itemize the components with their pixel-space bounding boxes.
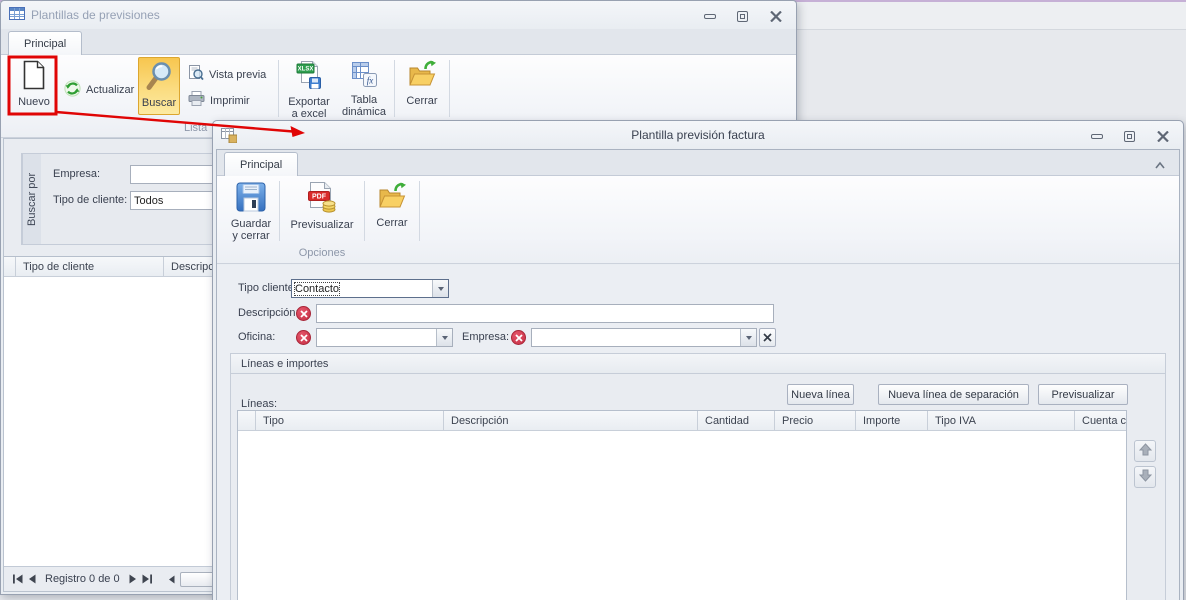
record-count-text: Registro 0 de 0 <box>45 573 120 585</box>
table-window-icon <box>9 7 25 23</box>
hscroll-left-button[interactable] <box>165 572 180 587</box>
row-indicator-header <box>238 411 256 431</box>
dropdown-arrow-icon[interactable] <box>740 329 756 346</box>
close-folder-icon <box>407 60 437 92</box>
column-header-precio[interactable]: Precio <box>775 411 856 431</box>
save-icon <box>236 182 266 215</box>
lineas-grid: Tipo Descripción Cantidad Precio Importe… <box>237 410 1127 600</box>
column-header-cantidad[interactable]: Cantidad <box>698 411 775 431</box>
pivot-table-icon: fx <box>351 60 377 91</box>
vista-previa-button[interactable]: Vista previa <box>188 65 266 84</box>
minimize-button[interactable] <box>703 10 716 22</box>
close-button[interactable] <box>769 10 782 22</box>
maximize-button[interactable] <box>1123 130 1136 142</box>
groupbox-title: Líneas e importes <box>231 354 1165 374</box>
next-record-button[interactable] <box>125 572 140 587</box>
row-indicator-header <box>4 257 16 277</box>
buscar-button[interactable]: Buscar <box>138 57 180 115</box>
arrow-down-icon <box>1138 469 1152 485</box>
move-line-up-button[interactable] <box>1134 440 1156 462</box>
export-excel-icon: XLSX <box>296 60 322 93</box>
dropdown-arrow-icon[interactable] <box>436 329 452 346</box>
column-header-tipo-iva[interactable]: Tipo IVA <box>928 411 1075 431</box>
guardar-y-cerrar-button[interactable]: Guardar y cerrar <box>227 179 275 245</box>
arrow-up-icon <box>1138 443 1152 459</box>
empresa-label: Empresa: <box>53 168 101 180</box>
cerrar-button[interactable]: Cerrar <box>369 179 415 245</box>
dropdown-arrow-icon[interactable] <box>432 280 448 297</box>
validation-error-icon <box>296 306 311 321</box>
validation-error-icon <box>511 330 526 345</box>
template-form: Tipo cliente: Contacto Descripción: Ofic… <box>217 265 1179 600</box>
pdf-preview-icon: PDF <box>308 182 336 216</box>
nueva-linea-button[interactable]: Nueva línea <box>787 384 854 405</box>
lineas-label: Líneas: <box>241 398 278 410</box>
window-plantilla-prevision-factura: Plantilla previsión factura Principal Gu… <box>212 120 1184 600</box>
close-folder-icon <box>377 182 407 214</box>
column-header-tipo-de-cliente[interactable]: Tipo de cliente <box>16 257 164 277</box>
back-window-title: Plantillas de previsiones <box>31 8 160 22</box>
svg-text:PDF: PDF <box>312 194 327 201</box>
maximize-button[interactable] <box>736 10 749 22</box>
last-record-button[interactable] <box>140 572 155 587</box>
print-preview-icon <box>188 65 204 84</box>
column-header-importe[interactable]: Importe <box>856 411 928 431</box>
previsualizar-button[interactable]: PDF Previsualizar <box>284 179 360 245</box>
back-window-titlebar[interactable]: Plantillas de previsiones <box>1 1 796 29</box>
front-window-titlebar[interactable]: Plantilla previsión factura <box>213 121 1183 149</box>
empresa-label: Empresa: <box>462 331 510 343</box>
ribbon-group-label: Lista <box>184 122 208 134</box>
new-page-icon <box>22 60 46 93</box>
column-header-cuenta-contable[interactable]: Cuenta conta <box>1075 411 1126 431</box>
clear-empresa-button[interactable] <box>759 328 776 347</box>
cerrar-button[interactable]: Cerrar <box>399 57 445 115</box>
front-window-client-area: Principal Guardar y cerrar PDF Previsual… <box>216 149 1180 600</box>
screen: Plantillas de previsiones Principal Nuev… <box>0 0 1186 600</box>
svg-text:XLSX: XLSX <box>298 67 314 73</box>
nuevo-button[interactable]: Nuevo <box>11 57 57 115</box>
descripcion-input[interactable] <box>316 304 774 323</box>
tipo-de-cliente-label: Tipo de cliente: <box>53 194 128 206</box>
tipo-cliente-combo[interactable]: Contacto <box>291 279 449 298</box>
validation-error-icon <box>296 330 311 345</box>
column-header-descripcion[interactable]: Descripción <box>444 411 698 431</box>
first-record-button[interactable] <box>10 572 25 587</box>
lineas-e-importes-groupbox: Líneas e importes Líneas: Nueva línea Nu… <box>230 353 1166 600</box>
front-ribbon: Guardar y cerrar PDF Previsualizar Cerra… <box>217 176 1179 264</box>
search-icon <box>145 61 173 94</box>
refresh-icon <box>64 80 81 100</box>
tabla-dinamica-button[interactable]: fx Tabla dinámica <box>337 57 391 118</box>
tipo-cliente-label: Tipo cliente: <box>238 282 297 294</box>
column-header-tipo[interactable]: Tipo <box>256 411 444 431</box>
close-button[interactable] <box>1156 130 1169 142</box>
front-window-title: Plantilla previsión factura <box>631 128 765 142</box>
tab-principal[interactable]: Principal <box>224 152 299 176</box>
empresa-combo[interactable] <box>531 328 757 347</box>
exportar-excel-button[interactable]: XLSX Exportar a excel <box>284 57 334 120</box>
previsualizar-lineas-button[interactable]: Previsualizar <box>1038 384 1128 405</box>
descripcion-label: Descripción: <box>238 307 299 319</box>
front-ribbon-tabstrip: Principal <box>217 150 1179 176</box>
tab-principal[interactable]: Principal <box>8 31 83 55</box>
oficina-combo[interactable] <box>316 328 453 347</box>
back-ribbon-tabstrip: Principal <box>1 29 796 55</box>
previous-record-button[interactable] <box>25 572 40 587</box>
imprimir-button[interactable]: Imprimir <box>188 91 250 110</box>
actualizar-button[interactable]: Actualizar <box>64 80 134 100</box>
ribbon-group-label-opciones: Opciones <box>298 247 346 259</box>
oficina-label: Oficina: <box>238 331 276 343</box>
minimize-button[interactable] <box>1090 130 1103 142</box>
collapse-ribbon-chevron-icon[interactable] <box>1152 158 1168 171</box>
nueva-linea-de-separacion-button[interactable]: Nueva línea de separación <box>878 384 1029 405</box>
move-line-down-button[interactable] <box>1134 466 1156 488</box>
printer-icon <box>188 91 205 110</box>
svg-text:fx: fx <box>367 76 374 86</box>
